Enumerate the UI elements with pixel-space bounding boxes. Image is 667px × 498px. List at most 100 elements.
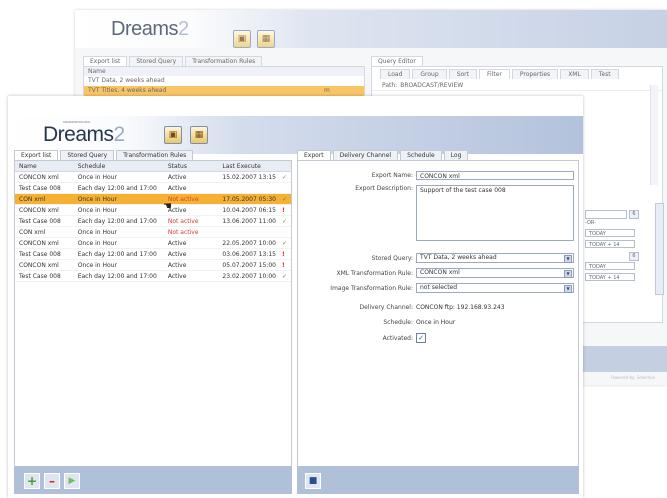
stored-query-row: Stored Query: TVT Data, 2 weeks ahead ▼ bbox=[298, 253, 574, 263]
chevron-down-icon[interactable]: ▼ bbox=[564, 270, 572, 278]
back-field[interactable] bbox=[585, 210, 627, 219]
export-name-row: Export Name: CONCON xml bbox=[298, 171, 574, 180]
row-last-execute bbox=[218, 182, 291, 194]
row-schedule: Each day 12:00 and 17:00 bbox=[73, 270, 164, 282]
export-desc-field[interactable]: Support of the test case 008 bbox=[416, 185, 574, 241]
table-row[interactable]: CONCON xml Once in Hour Active 05.07.2007 1… bbox=[15, 259, 291, 271]
image-icon[interactable]: ▣ bbox=[164, 126, 182, 144]
path-label: Path: bbox=[382, 82, 398, 89]
row-status: Active bbox=[163, 259, 219, 271]
stored-query-select[interactable]: TVT Data, 2 weeks ahead ▼ bbox=[416, 253, 574, 263]
row-name: Test Case 008 bbox=[15, 248, 74, 260]
table-row[interactable]: Test Case 008 Each day 12:00 and 17:00 Act… bbox=[15, 182, 291, 194]
back-list-row-selected[interactable]: TVT Titles, 4 weeks ahead m bbox=[84, 86, 364, 96]
add-icon[interactable]: + bbox=[24, 473, 40, 489]
run-icon[interactable]: ▶ bbox=[64, 473, 80, 489]
app-logo: Dreams2 DATA EXPORT SOLUTION bbox=[43, 120, 125, 146]
delivery-value: CONCON ftp: 192.168.93.243 bbox=[416, 304, 505, 311]
col-schedule[interactable]: Schedule bbox=[73, 161, 164, 172]
row-schedule: Once in Hour bbox=[73, 259, 164, 271]
row-last-execute: 22.05.2007 10:00 ✓ bbox=[218, 237, 291, 249]
tab-transformation-rules[interactable]: Transformation Rules bbox=[116, 150, 194, 160]
xml-rule-row: XML Transformation Rule: CONCON xml ▼ bbox=[298, 268, 574, 278]
back-field-today[interactable]: TODAY bbox=[585, 229, 635, 237]
activated-checkbox[interactable]: ✓ bbox=[416, 333, 426, 343]
back-export-list: Name TVT Data, 2 weeks ahead TVT Titles,… bbox=[83, 66, 365, 96]
back-side-scrollbar[interactable] bbox=[655, 203, 664, 295]
table-row[interactable]: CONCON xml Once in Hour Active 22.05.2007 1… bbox=[15, 237, 291, 249]
tab-xml[interactable]: XML bbox=[560, 69, 589, 79]
row-last-execute: 13.06.2007 11:00 ✓ bbox=[218, 215, 291, 227]
xml-rule-select[interactable]: CONCON xml ▼ bbox=[416, 268, 574, 278]
chevron-down-icon[interactable]: ▼ bbox=[564, 255, 572, 263]
tab-export[interactable]: Export bbox=[297, 150, 331, 160]
background-banner: Dreams2 ▣ ▦ bbox=[75, 10, 667, 48]
tab-schedule[interactable]: Schedule bbox=[400, 150, 442, 160]
tab-export-list[interactable]: Export list bbox=[14, 150, 59, 160]
row-last-execute: 15.02.2007 13:15 ✓ bbox=[218, 171, 291, 183]
image-rule-select[interactable]: not selected ▼ bbox=[416, 283, 574, 293]
document-icon[interactable]: ▦ bbox=[257, 30, 275, 48]
tab-sort[interactable]: Sort bbox=[448, 69, 477, 79]
table-row[interactable]: CON xml Once in Hour Not active 17.05.2007 … bbox=[15, 193, 291, 205]
tab-export-list[interactable]: Export list bbox=[83, 56, 128, 66]
app-logo: Dreams2 bbox=[111, 17, 189, 40]
table-row[interactable]: CONCON xml Once in Hour Active 15.02.2007 1… bbox=[15, 171, 291, 183]
back-or-label: -OR- bbox=[585, 220, 596, 226]
tab-test[interactable]: Test bbox=[590, 69, 619, 79]
row-name: Test Case 008 bbox=[15, 182, 74, 194]
row-schedule: Each day 12:00 and 17:00 bbox=[73, 182, 164, 194]
cursor-icon: ☚ bbox=[163, 201, 172, 212]
save-icon[interactable]: ■ bbox=[305, 473, 321, 489]
table-row[interactable]: CONCON xml Once in Hour Active 10.04.2007 0… bbox=[15, 204, 291, 216]
row-name: Test Case 008 bbox=[15, 215, 74, 227]
row-last-execute: 23.02.2007 10:00 ✓ bbox=[218, 270, 291, 282]
back-side-fields: 6 -OR- TODAY TODAY + 14 6 TODAY TODAY + … bbox=[585, 203, 664, 303]
image-rule-row: Image Transformation Rule: not selected ▼ bbox=[298, 283, 574, 293]
back-field-today-plus-2[interactable]: TODAY + 14 bbox=[585, 273, 635, 281]
tab-transformation-rules[interactable]: Transformation Rules bbox=[185, 56, 263, 66]
back-left-tabs: Export list Stored Query Transformation … bbox=[83, 56, 264, 66]
row-name: CONCON xml bbox=[15, 171, 74, 183]
col-last-execute[interactable]: Last Execute bbox=[218, 161, 291, 172]
tab-stored-query[interactable]: Stored Query bbox=[60, 150, 115, 160]
right-tabs: Export Delivery Channel Schedule Log bbox=[297, 150, 470, 160]
row-status: Active bbox=[163, 182, 219, 194]
image-icon[interactable]: ▣ bbox=[233, 30, 251, 48]
back-scrollbar[interactable] bbox=[650, 85, 658, 185]
back-list-header: Name bbox=[84, 67, 364, 76]
tab-filter[interactable]: Filter bbox=[479, 69, 510, 79]
tab-stored-query[interactable]: Stored Query bbox=[129, 56, 184, 66]
checkmark-icon: ✓ bbox=[281, 173, 287, 181]
app-tagline: DATA EXPORT SOLUTION bbox=[63, 120, 90, 124]
document-icon[interactable]: ▦ bbox=[190, 126, 208, 144]
export-name-field[interactable]: CONCON xml bbox=[416, 171, 574, 180]
back-field-today-2[interactable]: TODAY bbox=[585, 262, 635, 270]
table-row[interactable]: Test Case 008 Each day 12:00 and 17:00 Act… bbox=[15, 270, 291, 282]
back-list-row[interactable]: TVT Data, 2 weeks ahead bbox=[84, 76, 364, 86]
tab-group[interactable]: Group bbox=[412, 69, 447, 79]
remove-icon[interactable]: – bbox=[44, 473, 60, 489]
xml-rule-label: XML Transformation Rule: bbox=[336, 269, 413, 277]
tab-delivery-channel[interactable]: Delivery Channel bbox=[332, 150, 399, 160]
table-row[interactable]: CON xml Once in Hour Not active bbox=[15, 226, 291, 238]
col-status[interactable]: Status bbox=[163, 161, 219, 172]
row-last-execute: 05.07.2007 15:00! bbox=[218, 259, 291, 271]
tab-properties[interactable]: Properties bbox=[511, 69, 559, 79]
tab-log[interactable]: Log bbox=[443, 150, 469, 160]
row-status: Active bbox=[163, 237, 219, 249]
tab-load[interactable]: Load bbox=[380, 69, 411, 79]
back-field-today-plus[interactable]: TODAY + 14 bbox=[585, 240, 635, 248]
row-name: CONCON xml bbox=[15, 204, 74, 216]
schedule-row: Schedule: Once in Hour bbox=[298, 319, 455, 326]
delivery-row: Delivery Channel: CONCON ftp: 192.168.93… bbox=[298, 304, 505, 311]
tab-query-editor[interactable]: Query Editor bbox=[371, 56, 423, 66]
back-field-number: 6 bbox=[629, 210, 639, 219]
row-status: Not active bbox=[163, 215, 219, 227]
back-field-number-2: 6 bbox=[629, 252, 639, 261]
chevron-down-icon[interactable]: ▼ bbox=[564, 285, 572, 293]
table-row[interactable]: Test Case 008 Each day 12:00 and 17:00 Not… bbox=[15, 215, 291, 227]
row-name: CON xml bbox=[15, 193, 74, 205]
table-row[interactable]: Test Case 008 Each day 12:00 and 17:00 Act… bbox=[15, 248, 291, 260]
col-name[interactable]: Name bbox=[15, 161, 74, 172]
